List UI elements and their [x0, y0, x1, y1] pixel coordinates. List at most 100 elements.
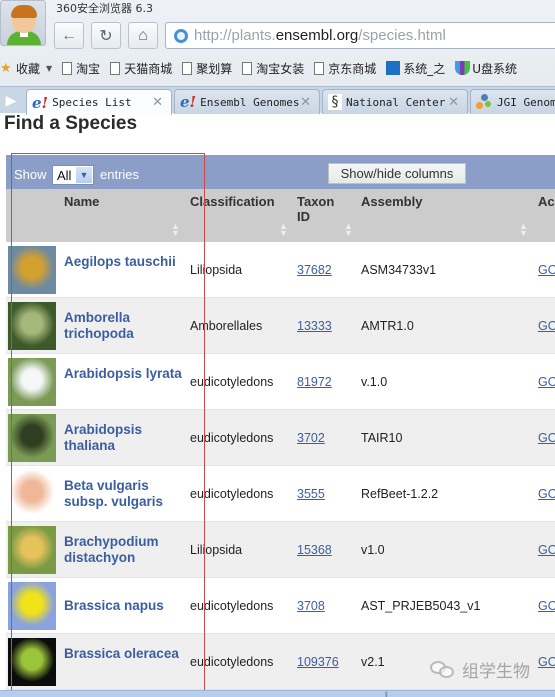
species-name-link[interactable]: Beta vulgaris subsp. vulgaris: [64, 478, 194, 510]
table-controls: Show All ▼ entries Show/hide columns: [6, 155, 555, 189]
column-header-name[interactable]: Name: [64, 194, 99, 209]
taxon-id-link[interactable]: 15368: [297, 543, 332, 557]
close-icon[interactable]: ✕: [152, 95, 163, 110]
site-security-icon: [174, 28, 188, 43]
bookmark-item[interactable]: 聚划算: [182, 60, 232, 77]
tab-national-center[interactable]: § National Center ✕: [322, 89, 468, 114]
arrow-left-icon: ←: [61, 26, 77, 44]
browser-chrome: 360安全浏览器 6.3 ← ↻ ⌂ http://plants.ensembl…: [0, 0, 555, 115]
column-header-taxon-id[interactable]: Taxon ID: [297, 194, 342, 224]
tab-label: Species List: [52, 96, 132, 109]
species-name-link[interactable]: Brassica oleracea: [64, 646, 194, 662]
bookmark-item[interactable]: 系统_之: [386, 60, 445, 77]
go-link[interactable]: GO: [538, 487, 555, 501]
taxon-id-link[interactable]: 81972: [297, 375, 332, 389]
species-thumbnail[interactable]: [8, 302, 56, 350]
species-thumbnail[interactable]: [8, 526, 56, 574]
column-header-action[interactable]: Ac: [538, 194, 555, 209]
species-thumbnail[interactable]: [8, 638, 56, 686]
bookmark-item[interactable]: 淘宝: [62, 60, 100, 77]
species-thumbnail[interactable]: [8, 582, 56, 630]
page-title: Find a Species: [4, 113, 138, 134]
chevron-down-icon[interactable]: ▼: [76, 167, 92, 183]
bookmark-item[interactable]: U盘系统: [455, 60, 517, 77]
assembly-cell: AST_PRJEB5043_v1: [361, 599, 481, 613]
go-link[interactable]: GO: [538, 431, 555, 445]
page-size-select[interactable]: All ▼: [52, 165, 94, 185]
classification-cell: Amborellales: [190, 319, 263, 333]
back-button[interactable]: ←: [54, 22, 84, 49]
show-hide-columns-button[interactable]: Show/hide columns: [328, 163, 466, 184]
species-table: Show All ▼ entries Show/hide columns Nam…: [6, 155, 555, 695]
taxon-id-link[interactable]: 3555: [297, 487, 325, 501]
sort-arrows-icon[interactable]: ▲ ▼: [279, 222, 288, 238]
u-disk-icon: [455, 61, 471, 75]
species-name-link[interactable]: Brassica napus: [64, 598, 194, 614]
species-name-link[interactable]: Arabidopsis thaliana: [64, 422, 194, 454]
tab-species-list[interactable]: e! Species List ✕: [26, 89, 172, 115]
go-link[interactable]: GO: [538, 599, 555, 613]
tab-label: Ensembl Genomes: [200, 95, 300, 109]
bookmark-label: U盘系统: [472, 61, 518, 76]
taxon-id-link[interactable]: 37682: [297, 263, 332, 277]
page-icon: [182, 61, 193, 75]
taxon-id-link[interactable]: 3708: [297, 599, 325, 613]
tab-ensembl-genomes[interactable]: e! Ensembl Genomes ✕: [174, 89, 320, 114]
ncbi-icon: §: [328, 94, 342, 110]
column-header-assembly[interactable]: Assembly: [361, 194, 422, 209]
species-thumbnail[interactable]: [8, 246, 56, 294]
url-text[interactable]: http://plants.ensembl.org/species.html: [194, 27, 446, 44]
species-name-link[interactable]: Arabidopsis lyrata: [64, 366, 194, 382]
taxon-id-link[interactable]: 109376: [297, 655, 339, 669]
go-link[interactable]: GO: [538, 543, 555, 557]
avatar-hair: [11, 5, 37, 18]
column-header-classification[interactable]: Classification: [190, 194, 275, 209]
sort-arrows-icon[interactable]: ▲ ▼: [519, 222, 528, 238]
bookmark-item[interactable]: 天猫商城: [110, 60, 172, 77]
home-button[interactable]: ⌂: [128, 22, 158, 49]
page-icon: [242, 61, 253, 75]
classification-cell: eudicotyledons: [190, 655, 274, 669]
bookmarks-bar: ★ 收藏 ▼ 淘宝 天猫商城 聚划算 淘宝女装 京东商城 系统_之 U盘系统: [0, 56, 555, 80]
go-link[interactable]: GO: [538, 375, 555, 389]
species-name-link[interactable]: Brachypodium distachyon: [64, 534, 194, 566]
scrollbar-grip-icon[interactable]: |||: [385, 692, 388, 697]
table-row: Brachypodium distachyon Liliopsida 15368 v1…: [6, 522, 555, 578]
tab-jgi-genome[interactable]: JGI Genome: [470, 89, 555, 114]
assembly-cell: v.1.0: [361, 375, 388, 389]
go-link[interactable]: GO: [538, 263, 555, 277]
assembly-cell: v1.0: [361, 543, 385, 557]
sort-arrows-icon[interactable]: ▲ ▼: [344, 222, 353, 238]
address-bar[interactable]: http://plants.ensembl.org/species.html: [165, 22, 555, 49]
species-name-link[interactable]: Aegilops tauschii: [64, 254, 194, 270]
classification-cell: Liliopsida: [190, 263, 243, 277]
assembly-cell: ASM34733v1: [361, 263, 437, 277]
go-link[interactable]: GO: [538, 655, 555, 669]
entries-label: entries: [100, 167, 140, 182]
url-prefix: http://plants.: [194, 27, 276, 44]
table-row: Beta vulgaris subsp. vulgaris eudicotyled…: [6, 466, 555, 522]
horizontal-scrollbar[interactable]: |||: [0, 690, 555, 697]
species-thumbnail[interactable]: [8, 414, 56, 462]
assembly-cell: RefBeet-1.2.2: [361, 487, 439, 501]
species-name-link[interactable]: Amborella trichopoda: [64, 310, 194, 342]
taxon-id-link[interactable]: 3702: [297, 431, 325, 445]
bookmark-item[interactable]: 京东商城: [314, 60, 376, 77]
bookmark-item[interactable]: 淘宝女装: [242, 60, 304, 77]
refresh-button[interactable]: ↻: [91, 22, 121, 49]
species-thumbnail[interactable]: [8, 470, 56, 518]
refresh-icon: ↻: [99, 27, 113, 45]
taxon-id-link[interactable]: 13333: [297, 319, 332, 333]
chevron-down-icon[interactable]: ▼: [46, 64, 52, 73]
sort-arrows-icon[interactable]: ▲ ▼: [171, 222, 180, 238]
tab-scroll-arrow-icon[interactable]: ▶: [0, 87, 22, 114]
close-icon[interactable]: ✕: [448, 95, 459, 110]
close-icon[interactable]: ✕: [300, 95, 311, 110]
go-link[interactable]: GO: [538, 319, 555, 333]
tab-label: JGI Genome: [497, 95, 555, 109]
species-thumbnail[interactable]: [8, 358, 56, 406]
bookmark-label: 京东商城: [328, 61, 377, 76]
bookmark-favorites[interactable]: ★ 收藏 ▼: [0, 60, 62, 77]
user-avatar[interactable]: [0, 0, 46, 46]
bookmark-label: 淘宝: [76, 61, 101, 76]
